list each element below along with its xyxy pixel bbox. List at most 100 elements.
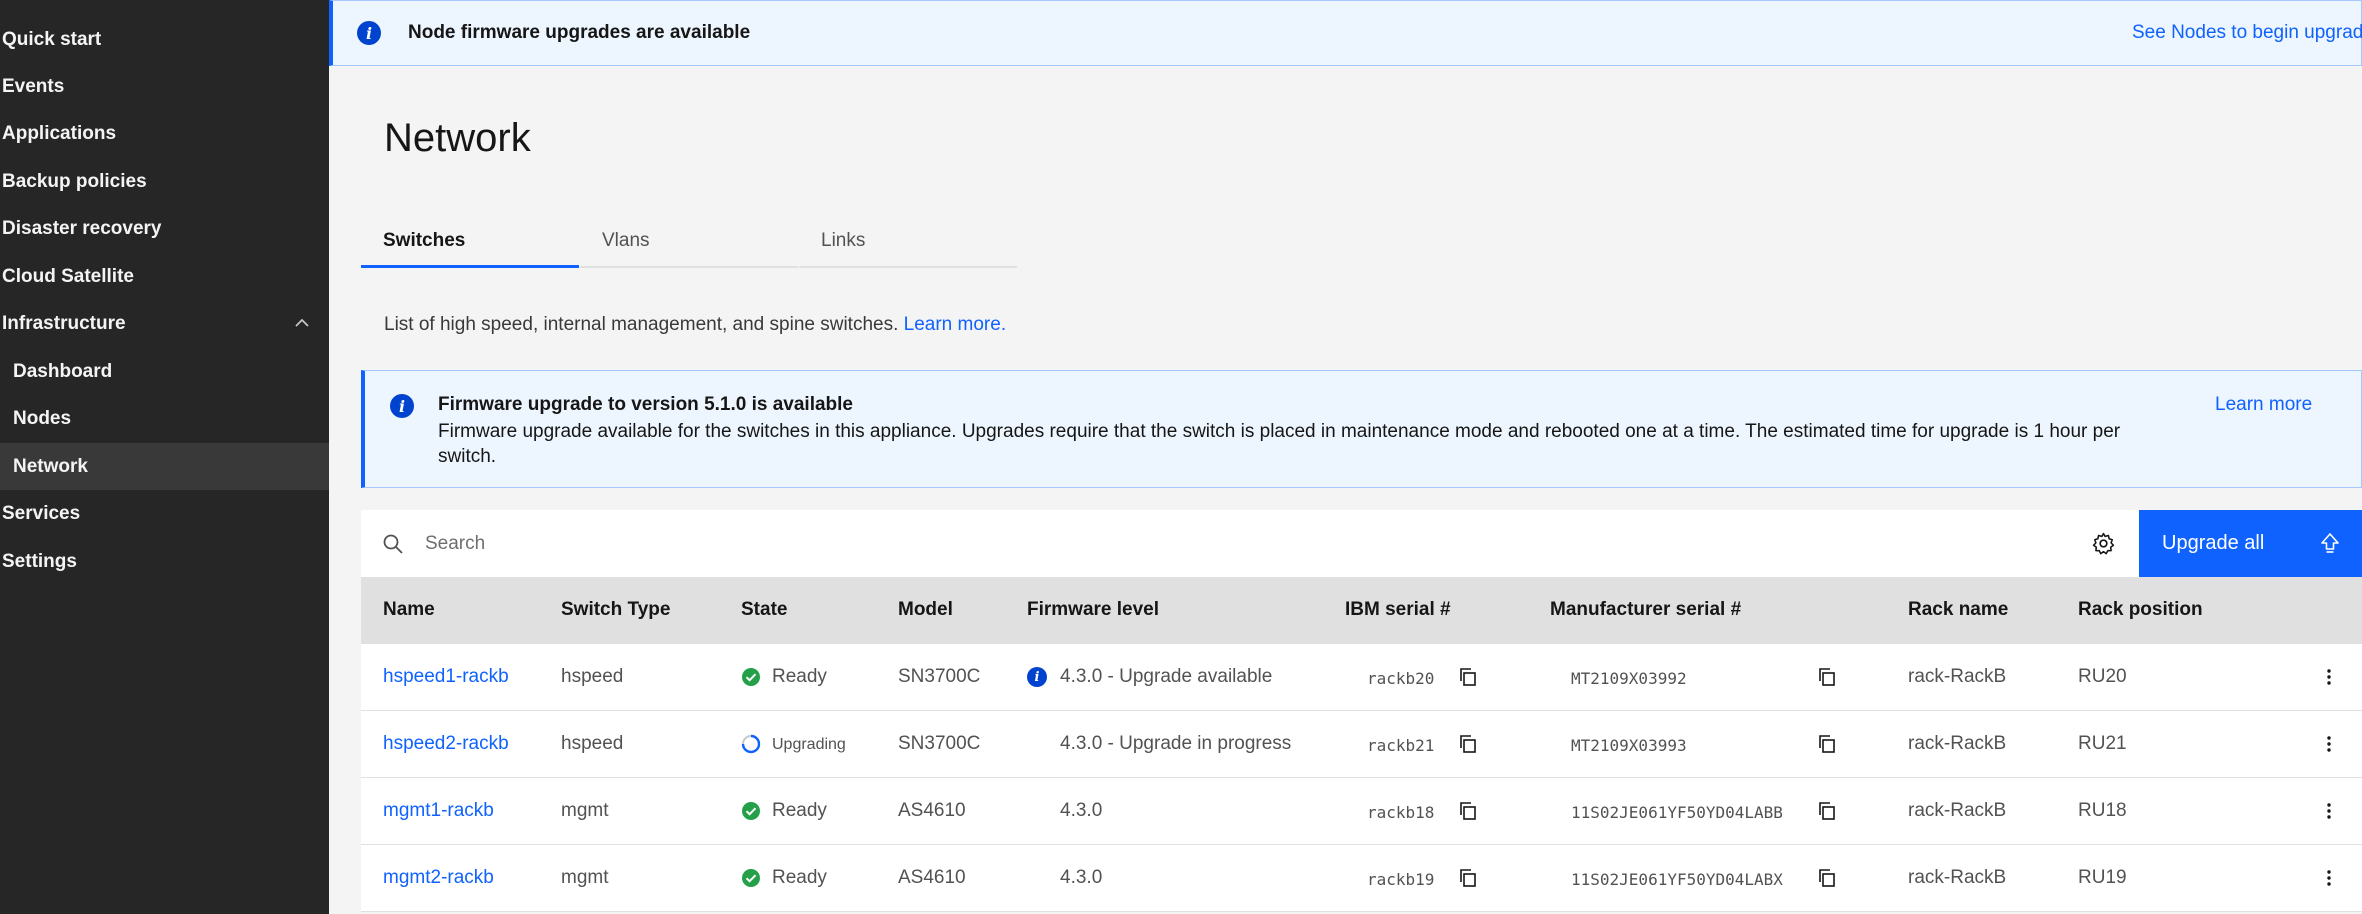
overflow-menu-icon[interactable] (2318, 733, 2340, 755)
sidebar-item-label: Disaster recovery (2, 217, 162, 239)
rack-position: RU19 (2078, 867, 2127, 888)
state-text: Ready (772, 666, 827, 687)
sidebar: Quick start Events Applications Backup p… (0, 0, 329, 914)
sidebar-item-settings[interactable]: Settings (0, 538, 329, 585)
table-row: mgmt1-rackb mgmt Ready AS4610 4.3.0 rack… (361, 778, 2362, 845)
state-text: Ready (772, 867, 827, 888)
sidebar-item-quick-start[interactable]: Quick start (0, 16, 329, 63)
rack-position: RU21 (2078, 733, 2127, 754)
table-row: hspeed1-rackb hspeed Ready SN3700C i 4.3… (361, 644, 2362, 711)
sidebar-item-services[interactable]: Services (0, 490, 329, 537)
search-input[interactable] (425, 510, 2125, 577)
switch-name-link[interactable]: hspeed1-rackb (383, 666, 509, 688)
sidebar-item-backup-policies[interactable]: Backup policies (0, 158, 329, 205)
description-text: List of high speed, internal management,… (384, 314, 899, 335)
firmware-level: 4.3.0 (1060, 800, 1103, 821)
search-icon (383, 534, 403, 554)
sidebar-item-label: Services (2, 502, 81, 524)
tab-links[interactable]: Links (799, 226, 1017, 268)
upgrade-all-label: Upgrade all (2162, 532, 2265, 554)
column-header-ibm-serial[interactable]: IBM serial # (1345, 599, 1451, 621)
tab-vlans[interactable]: Vlans (580, 226, 798, 268)
copy-icon[interactable] (1457, 733, 1479, 755)
sidebar-item-label: Backup policies (2, 170, 147, 192)
checkmark-filled-icon (742, 668, 760, 686)
column-header-firmware-level[interactable]: Firmware level (1027, 599, 1159, 621)
firmware-level: 4.3.0 (1060, 867, 1103, 888)
copy-icon[interactable] (1816, 666, 1838, 688)
switch-name-link[interactable]: mgmt1-rackb (383, 800, 494, 822)
sidebar-item-dashboard[interactable]: Dashboard (0, 348, 329, 395)
copy-icon[interactable] (1816, 867, 1838, 889)
model: AS4610 (898, 867, 966, 888)
copy-icon[interactable] (1457, 867, 1479, 889)
overflow-menu-icon[interactable] (2318, 867, 2340, 889)
sidebar-item-events[interactable]: Events (0, 63, 329, 110)
model: AS4610 (898, 800, 966, 821)
checkmark-filled-icon (742, 802, 760, 820)
rack-position: RU18 (2078, 800, 2127, 821)
firmware-upgrade-notification: i Firmware upgrade to version 5.1.0 is a… (361, 370, 2362, 488)
info-icon[interactable]: i (1027, 667, 1047, 687)
state-text: Ready (772, 800, 827, 821)
sidebar-item-disaster-recovery[interactable]: Disaster recovery (0, 205, 329, 252)
column-header-manufacturer-serial[interactable]: Manufacturer serial # (1550, 599, 1741, 621)
ibm-serial: rackb21 (1367, 736, 1435, 755)
switch-type: hspeed (561, 666, 624, 687)
column-header-state[interactable]: State (741, 599, 787, 621)
chevron-up-icon[interactable] (293, 314, 311, 332)
sidebar-item-infrastructure[interactable]: Infrastructure (0, 300, 329, 347)
column-header-model[interactable]: Model (898, 599, 953, 621)
tab-switches[interactable]: Switches (361, 226, 579, 268)
switch-name-link[interactable]: hspeed2-rackb (383, 733, 509, 755)
overflow-menu-icon[interactable] (2318, 800, 2340, 822)
sidebar-item-applications[interactable]: Applications (0, 110, 329, 157)
upgrade-all-button[interactable]: Upgrade all (2139, 510, 2362, 577)
manufacturer-serial: 11S02JE061YF50YD04LABX (1571, 870, 1783, 889)
ibm-serial: rackb20 (1367, 669, 1435, 688)
ibm-serial: rackb19 (1367, 870, 1435, 889)
rack-position: RU20 (2078, 666, 2127, 687)
copy-icon[interactable] (1816, 800, 1838, 822)
rack-name: rack-RackB (1908, 666, 2007, 687)
sidebar-item-nodes[interactable]: Nodes (0, 395, 329, 442)
sidebar-item-label: Nodes (13, 407, 72, 429)
firmware-level: 4.3.0 - Upgrade in progress (1060, 733, 1292, 754)
table-row: mgmt2-rackb mgmt Ready AS4610 4.3.0 rack… (361, 845, 2362, 912)
page-description: List of high speed, internal management,… (384, 314, 1006, 336)
copy-icon[interactable] (1816, 733, 1838, 755)
page-title: Network (384, 116, 531, 160)
copy-icon[interactable] (1457, 800, 1479, 822)
column-header-name[interactable]: Name (383, 599, 435, 621)
sidebar-item-label: Events (2, 75, 65, 97)
main-content: i Node firmware upgrades are available S… (329, 0, 2362, 914)
copy-icon[interactable] (1457, 666, 1479, 688)
sidebar-item-label: Quick start (2, 28, 102, 50)
learn-more-link[interactable]: Learn more. (904, 314, 1006, 335)
overflow-menu-icon[interactable] (2318, 666, 2340, 688)
sidebar-item-label: Infrastructure (2, 312, 126, 334)
switch-type: hspeed (561, 733, 624, 754)
column-header-rack-position[interactable]: Rack position (2078, 599, 2203, 621)
gear-icon[interactable] (2091, 531, 2116, 556)
state-text: Upgrading (772, 736, 846, 753)
column-header-switch-type[interactable]: Switch Type (561, 599, 670, 621)
info-icon: i (357, 21, 381, 45)
rack-name: rack-RackB (1908, 733, 2007, 754)
sidebar-item-cloud-satellite[interactable]: Cloud Satellite (0, 253, 329, 300)
column-header-rack-name[interactable]: Rack name (1908, 599, 2008, 621)
learn-more-link[interactable]: Learn more (2215, 394, 2312, 416)
see-nodes-link[interactable]: See Nodes to begin upgrad (2132, 22, 2362, 44)
model: SN3700C (898, 733, 981, 754)
checkmark-filled-icon (742, 869, 760, 887)
table-row: hspeed2-rackb hspeed Upgrading SN3700C 4… (361, 711, 2362, 778)
sidebar-item-network[interactable]: Network (0, 443, 329, 490)
switch-name-link[interactable]: mgmt2-rackb (383, 867, 494, 889)
rack-name: rack-RackB (1908, 867, 2007, 888)
switch-type: mgmt (561, 867, 609, 888)
table-header: Name Switch Type State Model Firmware le… (361, 577, 2362, 644)
sidebar-item-label: Network (13, 455, 88, 477)
sidebar-item-label: Applications (2, 122, 117, 144)
tab-list: Switches Vlans Links (361, 226, 1017, 268)
manufacturer-serial: MT2109X03993 (1571, 736, 1687, 755)
